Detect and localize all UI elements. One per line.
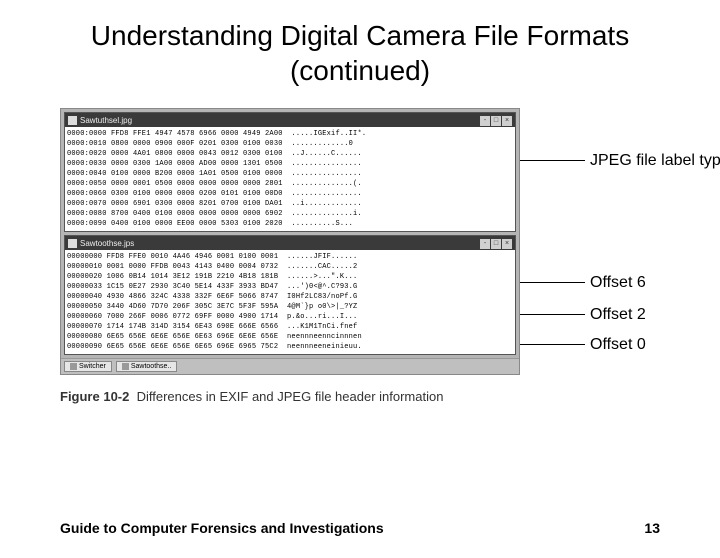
page-title: Understanding Digital Camera File Format… bbox=[40, 18, 680, 88]
footer-left: Guide to Computer Forensics and Investig… bbox=[60, 520, 384, 536]
leader-line bbox=[520, 282, 585, 283]
hex-window-jfif: Sawtoothse.jps -□× 00000000 FFD8 FFE0 00… bbox=[64, 235, 516, 355]
window-title-jfif: Sawtoothse.jps bbox=[80, 239, 134, 248]
page-number: 13 bbox=[644, 520, 660, 536]
app-icon bbox=[122, 363, 129, 370]
window-title-exif: Sawtuthsel.jpg bbox=[80, 116, 132, 125]
figure-caption: Figure 10-2 Differences in EXIF and JPEG… bbox=[60, 389, 660, 404]
slide-footer: Guide to Computer Forensics and Investig… bbox=[60, 520, 660, 536]
taskbar-button[interactable]: Sawtoothse.. bbox=[116, 361, 177, 372]
close-icon[interactable]: × bbox=[502, 239, 512, 249]
maximize-icon[interactable]: □ bbox=[491, 239, 501, 249]
figure-number: Figure 10-2 bbox=[60, 389, 129, 404]
minimize-icon[interactable]: - bbox=[480, 239, 490, 249]
label-offset-0: Offset 0 bbox=[590, 336, 646, 354]
hex-viewer-container: Sawtuthsel.jpg -□× 0000:0000 FFD8 FFE1 4… bbox=[60, 108, 520, 375]
titlebar-jfif[interactable]: Sawtoothse.jps -□× bbox=[65, 236, 515, 250]
window-icon bbox=[68, 239, 77, 248]
hex-window-exif: Sawtuthsel.jpg -□× 0000:0000 FFD8 FFE1 4… bbox=[64, 112, 516, 232]
label-offset-2: Offset 2 bbox=[590, 306, 646, 324]
label-offset-6: Offset 6 bbox=[590, 274, 646, 292]
leader-line bbox=[520, 160, 585, 161]
taskbar: Switcher Sawtoothse.. bbox=[61, 358, 519, 374]
label-jpeg-types: JPEG file label types bbox=[590, 152, 720, 170]
hex-body-jfif: 00000000 FFD8 FFE0 0010 4A46 4946 0001 0… bbox=[65, 250, 515, 354]
minimize-icon[interactable]: - bbox=[480, 116, 490, 126]
app-icon bbox=[70, 363, 77, 370]
window-controls[interactable]: -□× bbox=[479, 115, 512, 126]
leader-line bbox=[520, 314, 585, 315]
taskbar-button[interactable]: Switcher bbox=[64, 361, 112, 372]
hex-body-exif: 0000:0000 FFD8 FFE1 4947 4578 6966 0000 … bbox=[65, 127, 515, 231]
figure-caption-text: Differences in EXIF and JPEG file header… bbox=[137, 389, 444, 404]
window-controls[interactable]: -□× bbox=[479, 238, 512, 249]
window-icon bbox=[68, 116, 77, 125]
titlebar-exif[interactable]: Sawtuthsel.jpg -□× bbox=[65, 113, 515, 127]
leader-line bbox=[520, 344, 585, 345]
maximize-icon[interactable]: □ bbox=[491, 116, 501, 126]
figure-area: Sawtuthsel.jpg -□× 0000:0000 FFD8 FFE1 4… bbox=[60, 108, 660, 404]
close-icon[interactable]: × bbox=[502, 116, 512, 126]
